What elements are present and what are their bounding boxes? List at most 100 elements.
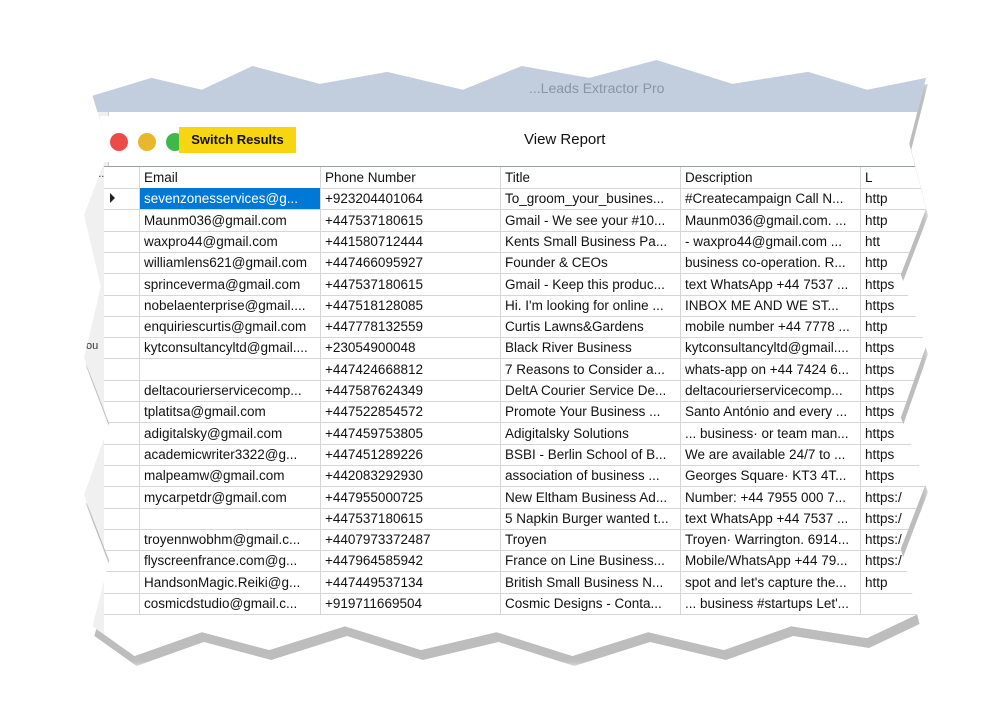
phone-cell[interactable]: +447466095927 — [321, 252, 501, 274]
phone-cell[interactable]: +919711669504 — [321, 593, 501, 614]
description-cell[interactable]: INBOX ME AND WE ST... — [681, 294, 861, 316]
description-cell[interactable]: business co-operation. R... — [681, 252, 861, 274]
close-window-icon[interactable] — [110, 133, 128, 151]
title-cell[interactable]: France on Line Business... — [501, 550, 681, 572]
table-row[interactable]: cosmicdstudio@gmail.c... +919711669504 Cos… — [104, 593, 926, 615]
description-cell[interactable]: Number: +44 7955 000 7... — [681, 486, 861, 508]
row-selector[interactable] — [104, 401, 140, 423]
description-cell[interactable]: mobile number +44 7778 ... — [681, 316, 861, 338]
table-row[interactable]: troyennwobhm@gmail.c... +4407973372487 Tro… — [104, 529, 926, 552]
title-cell[interactable]: Black River Business — [501, 337, 681, 359]
row-selector[interactable] — [104, 337, 140, 359]
email-cell[interactable]: mycarpetdr@gmail.com — [140, 486, 321, 508]
link-cell[interactable]: http — [861, 316, 926, 337]
link-cell[interactable]: http — [861, 210, 926, 231]
description-cell[interactable]: #Createcampaign Call N... — [681, 188, 861, 210]
description-cell[interactable]: Troyen· Warrington. 6914... — [681, 529, 861, 551]
table-row[interactable]: malpeamw@gmail.com +442083292930 associati… — [104, 465, 926, 488]
table-row[interactable]: enquiriescurtis@gmail.com +447778132559 Cu… — [104, 316, 926, 339]
table-row[interactable]: Maunm036@gmail.com +447537180615 Gmail - W… — [104, 209, 926, 232]
table-row[interactable]: waxpro44@gmail.com +441580712444 Kents Sma… — [104, 230, 926, 253]
phone-cell[interactable]: +447955000725 — [321, 486, 501, 508]
title-cell[interactable]: To_groom_your_busines... — [501, 188, 681, 210]
column-header-description[interactable]: Description — [681, 167, 861, 188]
phone-cell[interactable]: +441580712444 — [321, 230, 501, 252]
description-cell[interactable]: ... business· or team man... — [681, 422, 861, 444]
email-cell[interactable]: enquiriescurtis@gmail.com — [140, 316, 321, 338]
email-cell[interactable]: tplatitsa@gmail.com — [140, 401, 321, 423]
link-cell[interactable]: https:/ — [861, 487, 926, 508]
results-data-grid[interactable]: Email Phone Number Title Description L s… — [104, 166, 926, 656]
minimize-window-icon[interactable] — [138, 133, 156, 151]
email-cell[interactable]: deltacourierservicecomp... — [140, 380, 321, 401]
title-cell[interactable]: Adigitalsky Solutions — [501, 422, 681, 444]
phone-cell[interactable]: +923204401064 — [321, 188, 501, 210]
row-selector[interactable] — [104, 422, 140, 444]
row-selector[interactable] — [104, 273, 140, 295]
description-cell[interactable]: Georges Square· KT3 4T... — [681, 465, 861, 487]
table-row[interactable]: sevenzonesservices@g... +923204401064 To_g… — [104, 188, 926, 211]
title-cell[interactable]: Gmail - We see your #10... — [501, 209, 681, 231]
row-selector[interactable] — [104, 380, 140, 401]
link-cell[interactable]: https — [861, 444, 926, 465]
phone-cell[interactable]: +447522854572 — [321, 401, 501, 423]
link-cell[interactable]: https — [861, 337, 926, 358]
table-row[interactable]: deltacourierservicecomp... +447587624349 D… — [104, 380, 926, 402]
table-row[interactable]: mycarpetdr@gmail.com +447955000725 New Elt… — [104, 486, 926, 509]
phone-cell[interactable]: +447449537134 — [321, 571, 501, 593]
phone-cell[interactable]: +447424668812 — [321, 358, 501, 380]
table-row[interactable]: nobelaenterprise@gmail.... +447518128085 H… — [104, 294, 926, 317]
title-cell[interactable]: Promote Your Business ... — [501, 401, 681, 423]
phone-cell[interactable]: +442083292930 — [321, 465, 501, 487]
link-cell[interactable]: https — [861, 401, 926, 422]
email-cell[interactable]: kytconsultancyltd@gmail.... — [140, 337, 321, 359]
table-row[interactable]: kytconsultancyltd@gmail.... +23054900048 B… — [104, 337, 926, 360]
phone-cell[interactable]: +447518128085 — [321, 294, 501, 316]
row-selector[interactable] — [104, 571, 140, 593]
description-cell[interactable]: ... business #startups Let'... — [681, 593, 861, 614]
title-cell[interactable]: British Small Business N... — [501, 571, 681, 593]
email-cell[interactable]: flyscreenfrance.com@g... — [140, 550, 321, 572]
description-cell[interactable]: whats-app on +44 7424 6... — [681, 358, 861, 380]
email-cell[interactable]: academicwriter3322@g... — [140, 443, 321, 465]
title-cell[interactable]: Kents Small Business Pa... — [501, 230, 681, 252]
table-row[interactable]: sprinceverma@gmail.com +447537180615 Gmail… — [104, 273, 926, 296]
row-selector[interactable] — [104, 188, 140, 210]
description-cell[interactable]: deltacourierservicecomp... — [681, 380, 861, 401]
row-selector[interactable] — [104, 465, 140, 487]
phone-cell[interactable]: +447964585942 — [321, 550, 501, 572]
phone-cell[interactable]: +447778132559 — [321, 316, 501, 338]
email-cell[interactable]: Maunm036@gmail.com — [140, 209, 321, 231]
email-cell[interactable]: cosmicdstudio@gmail.c... — [140, 593, 321, 614]
table-row[interactable]: HandsonMagic.Reiki@g... +447449537134 Brit… — [104, 571, 926, 594]
row-selector[interactable] — [104, 486, 140, 508]
email-cell[interactable]: sprinceverma@gmail.com — [140, 273, 321, 295]
description-cell[interactable]: Mobile/WhatsApp +44 79... — [681, 550, 861, 572]
switch-results-button[interactable]: Switch Results — [179, 127, 296, 153]
phone-cell[interactable]: +23054900048 — [321, 337, 501, 359]
email-cell[interactable]: nobelaenterprise@gmail.... — [140, 294, 321, 316]
row-selector[interactable] — [104, 593, 140, 614]
email-cell[interactable]: adigitalsky@gmail.com — [140, 422, 321, 444]
link-cell[interactable] — [861, 593, 926, 614]
table-row[interactable]: tplatitsa@gmail.com +447522854572 Promote … — [104, 401, 926, 424]
link-cell[interactable]: https — [861, 295, 926, 316]
row-selector[interactable] — [104, 252, 140, 274]
title-cell[interactable]: Hi. I'm looking for online ... — [501, 294, 681, 316]
link-cell[interactable]: https — [861, 423, 926, 444]
title-cell[interactable]: Curtis Lawns&Gardens — [501, 316, 681, 338]
row-selector[interactable] — [104, 358, 140, 380]
link-cell[interactable]: http — [861, 188, 926, 209]
link-cell[interactable]: https:/ — [861, 550, 926, 571]
title-cell[interactable]: Troyen — [501, 529, 681, 551]
row-selector[interactable] — [104, 507, 140, 529]
title-cell[interactable]: association of business ... — [501, 465, 681, 487]
table-row[interactable]: flyscreenfrance.com@g... +447964585942 Fra… — [104, 550, 926, 573]
description-cell[interactable]: spot and let's capture the... — [681, 571, 861, 593]
title-cell[interactable]: DeltA Courier Service De... — [501, 380, 681, 401]
title-cell[interactable]: 5 Napkin Burger wanted t... — [501, 507, 681, 529]
title-cell[interactable]: Founder & CEOs — [501, 252, 681, 274]
phone-cell[interactable]: +447537180615 — [321, 273, 501, 295]
email-cell[interactable]: williamlens621@gmail.com — [140, 252, 321, 274]
title-cell[interactable]: Cosmic Designs - Conta... — [501, 593, 681, 614]
